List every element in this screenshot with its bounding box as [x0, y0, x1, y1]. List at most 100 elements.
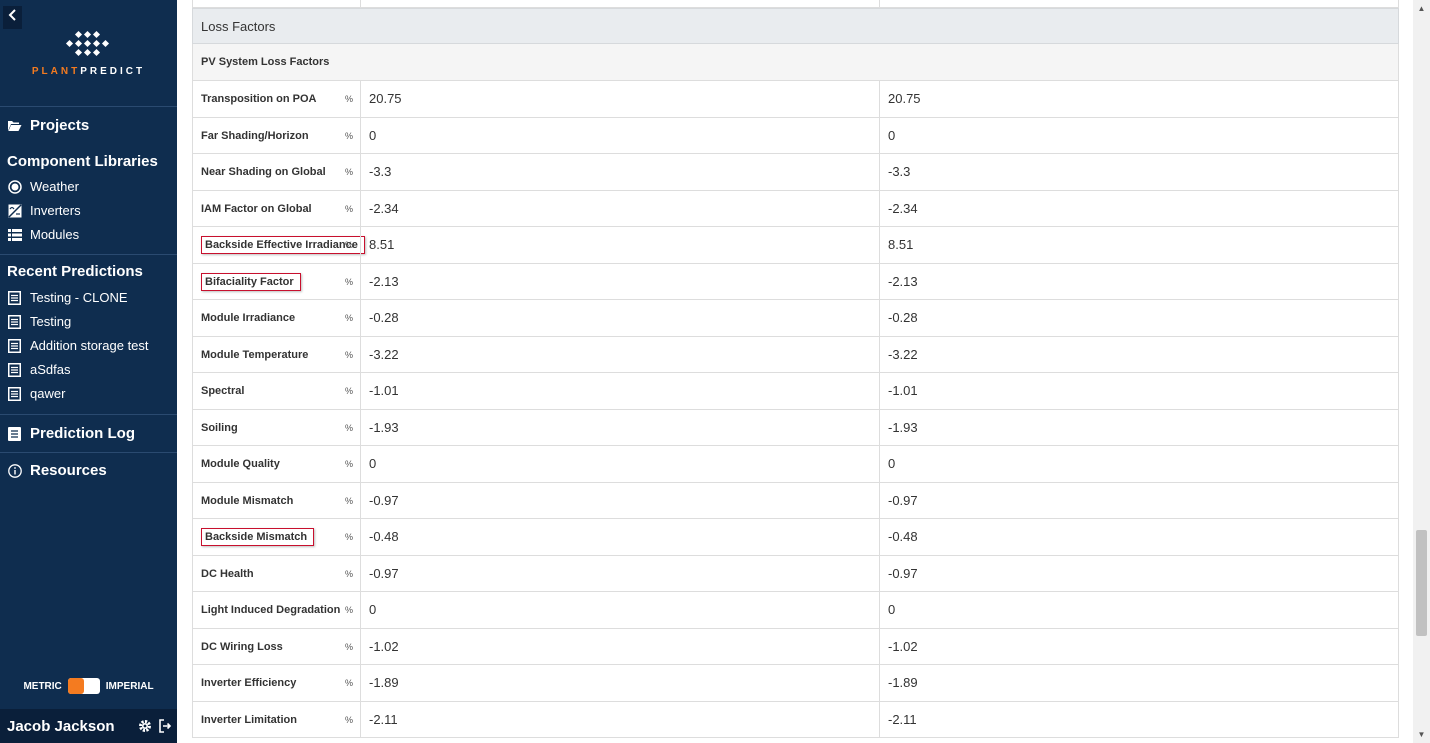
subsection-header: PV System Loss Factors [192, 44, 1399, 81]
info-icon [7, 463, 22, 478]
recent-prediction-label: Testing [30, 314, 72, 329]
recent-prediction-label: qawer [30, 386, 66, 401]
scrollbar[interactable]: ▲ ▼ [1413, 0, 1430, 743]
value-cell-2: 0 [879, 592, 1399, 628]
log-icon [7, 426, 22, 441]
document-icon [7, 386, 22, 401]
table-row: Far Shading/Horizon% 0 0 [192, 117, 1399, 154]
loss-factor-label-text: Module Irradiance [201, 312, 296, 324]
nav-inverters-label: Inverters [30, 203, 81, 218]
brand-name: PLANTPREDICT [0, 66, 177, 77]
table-row: DC Health% -0.97 -0.97 [192, 555, 1399, 592]
section-header: Loss Factors [192, 8, 1399, 44]
loss-factor-label: Module Temperature [201, 337, 308, 373]
value-cell-1: -2.11 [360, 701, 880, 738]
loss-factor-label: Backside Mismatch [201, 519, 315, 555]
value-cell-1: -2.34 [360, 190, 880, 227]
units-toggle[interactable] [67, 678, 100, 694]
unit-label: % [345, 641, 354, 652]
recent-prediction-item[interactable]: Addition storage test [7, 338, 149, 353]
value-cell-2: -0.48 [879, 519, 1399, 555]
nav-prediction-log[interactable]: Prediction Log [7, 425, 135, 442]
loss-factor-label-text: Inverter Limitation [201, 713, 297, 726]
value-cell-2: 20.75 [879, 81, 1399, 117]
sidebar: PLANTPREDICT Projects Component Librarie… [0, 0, 177, 743]
value-cell-1: 0 [360, 592, 880, 628]
value-cell-1: -1.93 [360, 409, 880, 446]
recent-prediction-label: aSdfas [30, 362, 71, 377]
unit-label: % [345, 459, 354, 469]
scroll-down-arrow-icon[interactable]: ▼ [1413, 726, 1430, 743]
nav-modules[interactable]: Modules [7, 227, 79, 242]
value-cell-1: -3.22 [360, 336, 880, 373]
sidebar-divider [0, 106, 177, 107]
value-cell-1: -0.97 [360, 555, 880, 592]
value-cell-2: 0 [879, 117, 1399, 154]
table-row: Backside Mismatch% -0.48 -0.48 [192, 519, 1399, 556]
nav-inverters[interactable]: Inverters [7, 203, 81, 218]
sidebar-divider [0, 254, 177, 255]
toggle-knob [67, 678, 84, 694]
logout-icon[interactable] [157, 718, 173, 734]
units-switch: METRIC IMPERIAL [0, 678, 177, 694]
value-cell-2: -1.89 [879, 665, 1399, 701]
scroll-up-arrow-icon[interactable]: ▲ [1413, 0, 1430, 17]
table-row: Bifaciality Factor% -2.13 -2.13 [192, 263, 1399, 300]
loss-factor-label-text: IAM Factor on Global [201, 202, 312, 215]
nav-resources-label: Resources [30, 462, 107, 479]
document-icon [7, 290, 22, 305]
unit-label: % [345, 240, 354, 250]
nav-projects[interactable]: Projects [7, 117, 89, 134]
loss-factor-label: Near Shading on Global [201, 154, 326, 190]
value-cell-2: -0.97 [879, 555, 1399, 592]
table-row: IAM Factor on Global% -2.34 -2.34 [192, 190, 1399, 227]
scroll-thumb[interactable] [1416, 530, 1427, 636]
unit-label: % [345, 386, 354, 396]
value-cell-2: 0 [879, 446, 1399, 482]
nav-resources[interactable]: Resources [7, 462, 107, 479]
nav-modules-label: Modules [30, 227, 80, 242]
value-cell-1: 20.75 [360, 81, 880, 117]
loss-factor-label: DC Health [201, 556, 254, 592]
nav-projects-label: Projects [30, 117, 90, 134]
table-row: Inverter Efficiency% -1.89 -1.89 [192, 665, 1399, 702]
unit-label: % [345, 167, 354, 177]
loss-factor-label-text: Spectral [201, 385, 245, 397]
value-cell-2: 8.51 [879, 227, 1399, 263]
unit-label: % [345, 313, 354, 323]
loss-factor-label: Light Induced Degradation [201, 592, 340, 628]
recent-prediction-item[interactable]: aSdfas [7, 362, 70, 377]
value-cell-2: -1.02 [879, 628, 1399, 665]
recent-prediction-item[interactable]: Testing - CLONE [7, 290, 128, 305]
table-row: Transposition on POA% 20.75 20.75 [192, 81, 1399, 118]
loss-factors-table: Loss Factors PV System Loss Factors Tran… [192, 0, 1399, 743]
loss-factor-label: Inverter Limitation [201, 702, 297, 738]
inverter-icon [7, 203, 22, 218]
nav-prediction-log-label: Prediction Log [30, 425, 135, 442]
value-cell-2: -0.28 [879, 300, 1399, 336]
unit-label: % [345, 605, 354, 615]
recent-prediction-item[interactable]: qawer [7, 386, 65, 401]
brand-name-part2: PREDICT [80, 66, 146, 77]
recent-prediction-item[interactable]: Testing [7, 314, 71, 329]
value-cell-1: -3.3 [360, 154, 880, 190]
collapse-sidebar-button[interactable] [3, 6, 22, 29]
nav-weather[interactable]: Weather [7, 179, 79, 194]
plantpredict-logo-icon [65, 30, 110, 57]
loss-factor-label-text: Near Shading on Global [201, 166, 326, 178]
gear-icon[interactable] [137, 718, 153, 734]
document-icon [7, 362, 22, 377]
unit-label: % [345, 422, 354, 433]
loss-factor-label-text: Module Quality [201, 458, 280, 470]
metric-label: METRIC [23, 680, 62, 692]
value-cell-1: 8.51 [360, 227, 880, 263]
value-cell-2: -2.11 [879, 701, 1399, 738]
unit-label: % [345, 568, 354, 579]
loss-factor-label: Far Shading/Horizon [201, 118, 309, 154]
loss-factor-label-text: Backside Effective Irradiance [201, 236, 365, 254]
unit-label: % [345, 678, 354, 688]
value-cell-1: -2.13 [360, 263, 880, 300]
value-cell-2: -0.97 [879, 482, 1399, 519]
table-row: Near Shading on Global% -3.3 -3.3 [192, 154, 1399, 191]
value-cell-1: -1.01 [360, 373, 880, 409]
